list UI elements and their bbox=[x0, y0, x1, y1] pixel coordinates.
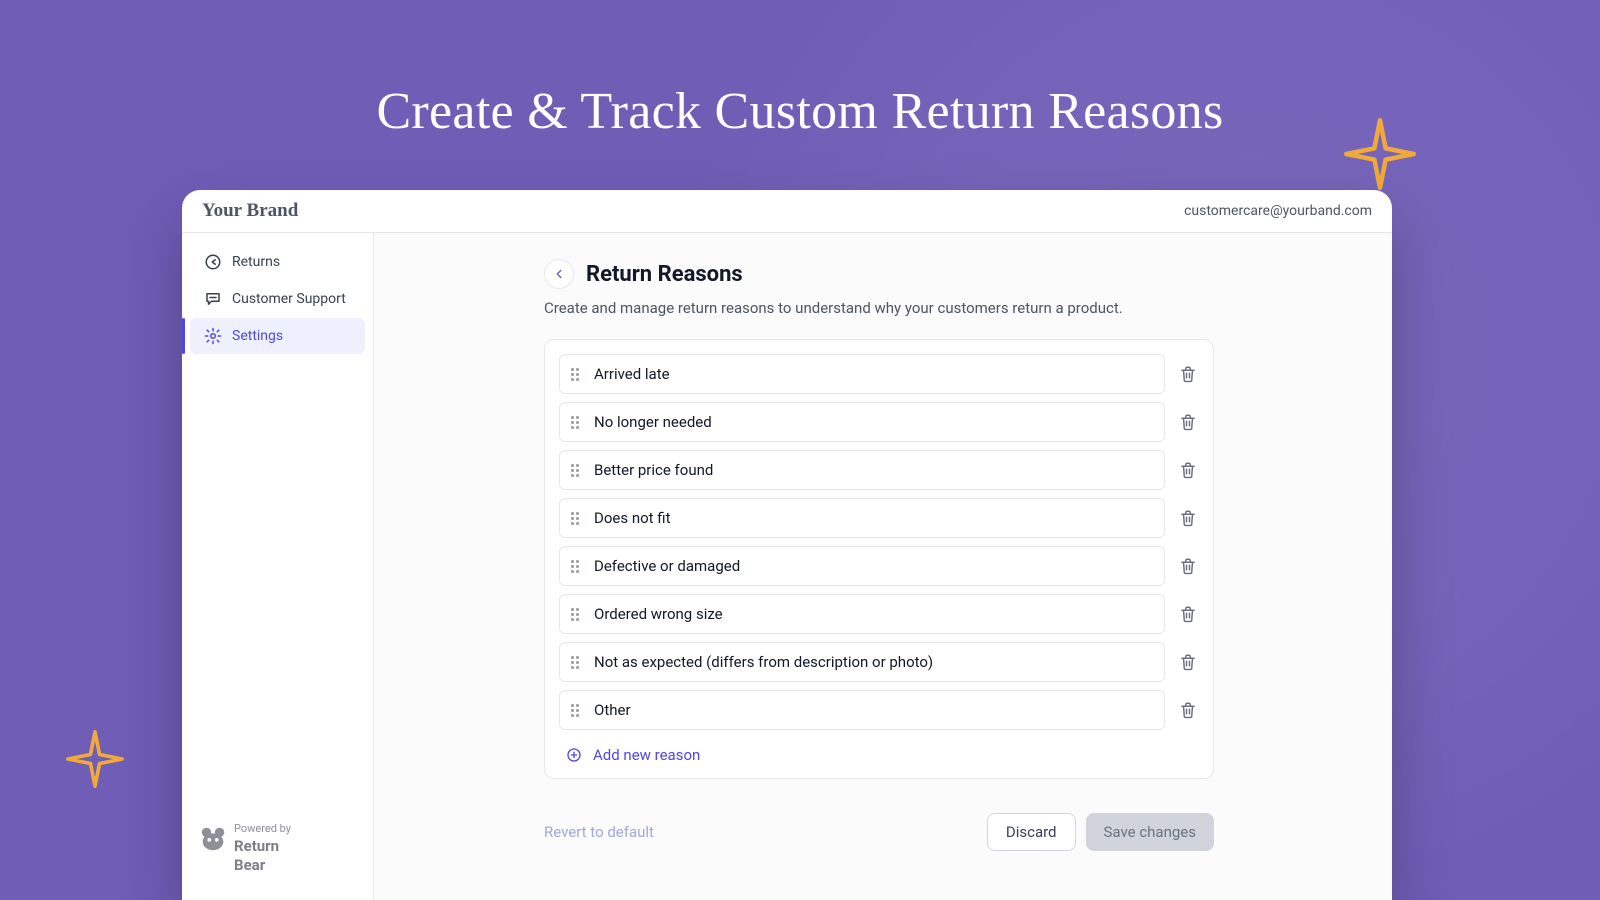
reason-text: No longer needed bbox=[594, 413, 712, 431]
sidebar-item-label: Settings bbox=[232, 328, 283, 344]
reason-text: Not as expected (differs from descriptio… bbox=[594, 653, 933, 671]
bear-icon bbox=[198, 823, 228, 857]
revert-to-default-link[interactable]: Revert to default bbox=[544, 823, 654, 841]
back-button[interactable] bbox=[544, 259, 574, 289]
delete-reason-button[interactable] bbox=[1177, 603, 1199, 625]
reason-text: Does not fit bbox=[594, 509, 671, 527]
reason-input[interactable]: Ordered wrong size bbox=[559, 594, 1165, 634]
reason-text: Ordered wrong size bbox=[594, 605, 723, 623]
reason-row: No longer needed bbox=[559, 402, 1199, 442]
reason-row: Arrived late bbox=[559, 354, 1199, 394]
delete-reason-button[interactable] bbox=[1177, 651, 1199, 673]
brand-logo: Your Brand bbox=[202, 200, 298, 222]
sidebar-item-customer-support[interactable]: Customer Support bbox=[190, 281, 365, 317]
reason-input[interactable]: No longer needed bbox=[559, 402, 1165, 442]
drag-handle-icon[interactable] bbox=[570, 464, 582, 477]
page-title: Return Reasons bbox=[586, 262, 743, 287]
powered-label: Powered by bbox=[234, 823, 291, 834]
footer-bar: Revert to default Discard Save changes bbox=[544, 813, 1214, 851]
drag-handle-icon[interactable] bbox=[570, 608, 582, 621]
arrow-left-icon bbox=[552, 267, 566, 281]
page-description: Create and manage return reasons to unde… bbox=[544, 299, 1214, 317]
reason-input[interactable]: Arrived late bbox=[559, 354, 1165, 394]
reason-text: Defective or damaged bbox=[594, 557, 740, 575]
chat-icon bbox=[204, 290, 222, 308]
reason-input[interactable]: Defective or damaged bbox=[559, 546, 1165, 586]
drag-handle-icon[interactable] bbox=[570, 656, 582, 669]
reason-text: Better price found bbox=[594, 461, 713, 479]
powered-brand: Return Bear bbox=[234, 837, 279, 874]
trash-icon bbox=[1179, 605, 1197, 623]
return-arrow-icon bbox=[204, 253, 222, 271]
delete-reason-button[interactable] bbox=[1177, 699, 1199, 721]
add-new-reason-button[interactable]: Add new reason bbox=[559, 738, 1199, 766]
sidebar: Returns Customer Support Settings P bbox=[182, 233, 374, 900]
reason-row: Ordered wrong size bbox=[559, 594, 1199, 634]
discard-button[interactable]: Discard bbox=[987, 813, 1076, 851]
sidebar-item-returns[interactable]: Returns bbox=[190, 244, 365, 280]
powered-by: Powered by Return Bear bbox=[198, 823, 291, 874]
drag-handle-icon[interactable] bbox=[570, 560, 582, 573]
reason-row: Defective or damaged bbox=[559, 546, 1199, 586]
delete-reason-button[interactable] bbox=[1177, 411, 1199, 433]
reason-row: Better price found bbox=[559, 450, 1199, 490]
app-window: Your Brand customercare@yourband.com Ret… bbox=[182, 190, 1392, 900]
delete-reason-button[interactable] bbox=[1177, 459, 1199, 481]
save-changes-button[interactable]: Save changes bbox=[1086, 813, 1214, 851]
reason-text: Arrived late bbox=[594, 365, 670, 383]
trash-icon bbox=[1179, 461, 1197, 479]
sidebar-item-label: Customer Support bbox=[232, 291, 346, 307]
sidebar-item-settings[interactable]: Settings bbox=[190, 318, 365, 354]
delete-reason-button[interactable] bbox=[1177, 363, 1199, 385]
app-header: Your Brand customercare@yourband.com bbox=[182, 190, 1392, 233]
hero-title: Create & Track Custom Return Reasons bbox=[0, 82, 1600, 141]
trash-icon bbox=[1179, 509, 1197, 527]
delete-reason-button[interactable] bbox=[1177, 555, 1199, 577]
trash-icon bbox=[1179, 413, 1197, 431]
trash-icon bbox=[1179, 701, 1197, 719]
trash-icon bbox=[1179, 653, 1197, 671]
reason-input[interactable]: Does not fit bbox=[559, 498, 1165, 538]
sparkle-icon bbox=[66, 730, 124, 788]
main-content: Return Reasons Create and manage return … bbox=[374, 233, 1392, 900]
drag-handle-icon[interactable] bbox=[570, 512, 582, 525]
drag-handle-icon[interactable] bbox=[570, 368, 582, 381]
reason-text: Other bbox=[594, 701, 631, 719]
reason-input[interactable]: Not as expected (differs from descriptio… bbox=[559, 642, 1165, 682]
reason-input[interactable]: Other bbox=[559, 690, 1165, 730]
reason-row: Other bbox=[559, 690, 1199, 730]
gear-icon bbox=[204, 327, 222, 345]
reason-row: Not as expected (differs from descriptio… bbox=[559, 642, 1199, 682]
sidebar-item-label: Returns bbox=[232, 254, 280, 270]
delete-reason-button[interactable] bbox=[1177, 507, 1199, 529]
add-new-label: Add new reason bbox=[593, 746, 700, 764]
reason-input[interactable]: Better price found bbox=[559, 450, 1165, 490]
reasons-card: Arrived late No longer needed Better price… bbox=[544, 339, 1214, 779]
account-email[interactable]: customercare@yourband.com bbox=[1184, 203, 1372, 219]
drag-handle-icon[interactable] bbox=[570, 704, 582, 717]
reason-row: Does not fit bbox=[559, 498, 1199, 538]
trash-icon bbox=[1179, 557, 1197, 575]
drag-handle-icon[interactable] bbox=[570, 416, 582, 429]
plus-circle-icon bbox=[565, 746, 583, 764]
trash-icon bbox=[1179, 365, 1197, 383]
